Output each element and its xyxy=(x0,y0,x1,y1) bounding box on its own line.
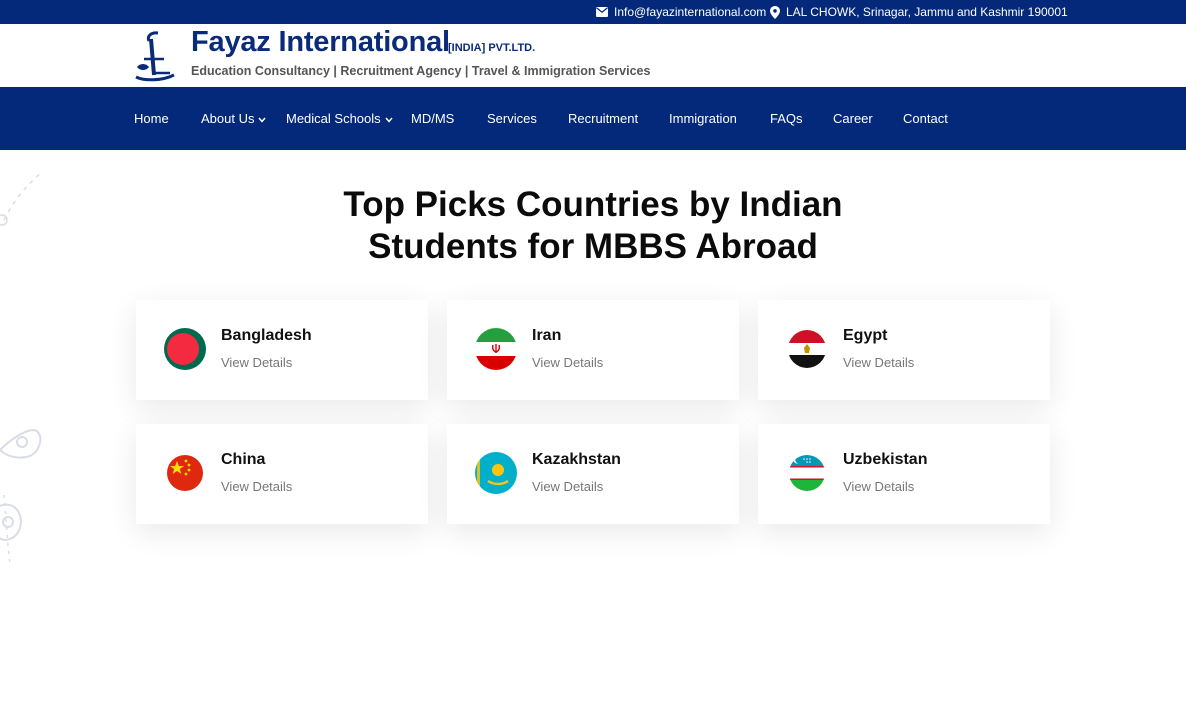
nav-faqs[interactable]: FAQs xyxy=(770,87,803,150)
nav-md-ms[interactable]: MD/MS xyxy=(411,87,454,150)
nav-career[interactable]: Career xyxy=(833,87,873,150)
view-details-link[interactable]: View Details xyxy=(221,355,292,370)
nav-label: FAQs xyxy=(770,111,803,126)
chevron-down-icon xyxy=(258,111,267,126)
nav-label: Contact xyxy=(903,111,948,126)
nav-label: MD/MS xyxy=(411,111,455,126)
nav-label: Home xyxy=(134,111,169,126)
address-text: LAL CHOWK, Srinagar, Jammu and Kashmir 1… xyxy=(786,5,1068,19)
country-name: Egypt xyxy=(843,327,888,344)
nav-services[interactable]: Services xyxy=(487,87,537,150)
view-details-link[interactable]: View Details xyxy=(532,355,603,370)
country-card-bangladesh[interactable]: Bangladesh View Details xyxy=(136,300,428,400)
nav-label: About Us xyxy=(201,111,255,126)
bangladesh-flag-icon xyxy=(163,327,207,371)
country-name: Kazakhstan xyxy=(532,451,621,468)
country-name: Uzbekistan xyxy=(843,451,928,468)
country-card-china[interactable]: China View Details xyxy=(136,424,428,524)
email-contact[interactable]: Info@fayazinternational.com xyxy=(596,0,766,24)
envelope-icon xyxy=(596,7,608,17)
chevron-down-icon xyxy=(385,111,393,126)
view-details-link[interactable]: View Details xyxy=(221,479,292,494)
view-details-link[interactable]: View Details xyxy=(843,355,914,370)
address-contact: LAL CHOWK, Srinagar, Jammu and Kashmir 1… xyxy=(770,0,1068,24)
view-details-link[interactable]: View Details xyxy=(843,479,914,494)
logo-icon[interactable] xyxy=(134,29,176,83)
china-flag-icon xyxy=(163,451,207,495)
section-title-line-1: Top Picks Countries by Indian xyxy=(343,185,843,224)
uzbekistan-flag-icon xyxy=(785,451,829,495)
country-card-egypt[interactable]: Egypt View Details xyxy=(758,300,1050,400)
main-navigation: Home About Us Medical Schools MD/MS Serv… xyxy=(0,87,1186,150)
nav-contact[interactable]: Contact xyxy=(903,87,948,150)
nav-home[interactable]: Home xyxy=(134,87,169,150)
iran-flag-icon xyxy=(474,327,518,371)
nav-about-us[interactable]: About Us xyxy=(201,87,267,150)
nav-label: Medical Schools xyxy=(286,111,381,126)
country-card-iran[interactable]: Iran View Details xyxy=(447,300,739,400)
nav-immigration[interactable]: Immigration xyxy=(669,87,737,150)
egypt-flag-icon xyxy=(785,327,829,371)
nav-label: Immigration xyxy=(669,111,737,126)
nav-label: Recruitment xyxy=(568,111,639,126)
top-info-bar: Info@fayazinternational.com LAL CHOWK, S… xyxy=(0,0,1186,24)
nav-medical-schools[interactable]: Medical Schools xyxy=(286,87,393,150)
country-name: China xyxy=(221,451,266,468)
brand-tagline: Education Consultancy | Recruitment Agen… xyxy=(191,64,651,78)
brand-name[interactable]: Fayaz International xyxy=(191,26,450,59)
country-card-kazakhstan[interactable]: Kazakhstan View Details xyxy=(447,424,739,524)
view-details-link[interactable]: View Details xyxy=(532,479,603,494)
site-header: Fayaz International [INDIA] PVT.LTD. Edu… xyxy=(0,24,1186,87)
section-title-line-2: Students for MBBS Abroad xyxy=(368,227,818,266)
brand-suffix: [INDIA] PVT.LTD. xyxy=(448,42,536,54)
section-title: Top Picks Countries by Indian Students f… xyxy=(0,184,1186,268)
nav-label: Services xyxy=(487,111,537,126)
country-name: Bangladesh xyxy=(221,327,312,344)
country-card-uzbekistan[interactable]: Uzbekistan View Details xyxy=(758,424,1050,524)
email-text[interactable]: Info@fayazinternational.com xyxy=(614,5,766,19)
nav-recruitment[interactable]: Recruitment xyxy=(568,87,638,150)
kazakhstan-flag-icon xyxy=(474,451,518,495)
country-name: Iran xyxy=(532,327,562,344)
nav-label: Career xyxy=(833,111,873,126)
map-pin-icon xyxy=(770,5,780,19)
